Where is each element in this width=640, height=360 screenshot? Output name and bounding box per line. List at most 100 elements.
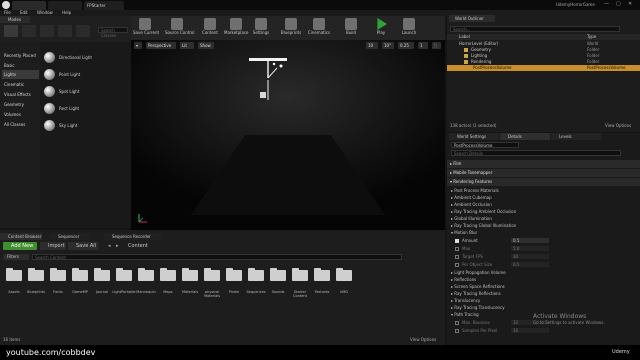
place-mode-icon[interactable]	[4, 25, 18, 37]
paint-mode-icon[interactable]	[22, 25, 36, 37]
category-volumes[interactable]: Volumes	[2, 110, 39, 119]
viewport-options-button[interactable]: ▾	[134, 42, 142, 49]
checkbox-icon[interactable]	[455, 263, 459, 267]
checkbox-checked-icon[interactable]	[455, 239, 459, 243]
folder-icon[interactable]	[116, 268, 132, 281]
tab-sequence-recorder[interactable]: Sequence Recorder	[104, 233, 162, 240]
details-row[interactable]: ▸ Ray Tracing Translucency	[447, 305, 640, 311]
details-row[interactable]: ▸ Ray Tracing Reflections	[447, 291, 640, 297]
marketplace-button[interactable]: Marketplace	[224, 17, 249, 39]
details-row[interactable]: ▸ Ray Tracing Global Illumination	[447, 223, 640, 229]
launch-button[interactable]: Launch	[397, 17, 421, 39]
folder-icon[interactable]	[248, 268, 264, 281]
details-row[interactable]: ▸ Light Propagation Volume	[447, 270, 640, 276]
tab-content-browser[interactable]: Content Browser	[0, 233, 42, 240]
details-row[interactable]: ▾ Motion Blur	[447, 230, 640, 236]
back-arrow-icon[interactable]: ◂	[108, 243, 111, 249]
motion-blur-amount-input[interactable]: 0.5	[511, 238, 549, 243]
modes-tab[interactable]: Modes	[0, 16, 30, 23]
folder-icon[interactable]	[28, 268, 44, 281]
category-geometry[interactable]: Geometry	[2, 100, 39, 109]
section-mobile-tonemapper[interactable]: ▸ Mobile Tonemapper	[447, 169, 640, 177]
category-lights[interactable]: Lights	[2, 70, 39, 79]
place-search-input[interactable]: Search Classes	[98, 27, 128, 38]
place-item-directional-light[interactable]: Directional Light	[42, 50, 128, 66]
motion-blur-per-object-input[interactable]: 0.5	[511, 262, 549, 267]
place-item-rect-light[interactable]: Rect Light	[42, 101, 128, 117]
checkbox-icon[interactable]	[455, 255, 459, 259]
cinematics-button[interactable]: Cinematics	[307, 17, 331, 39]
details-row[interactable]: ▸ Ray Tracing Ambient Occlusion	[447, 209, 640, 215]
blueprints-button[interactable]: Blueprints	[279, 17, 303, 39]
section-rendering-features[interactable]: ▾ Rendering Features	[447, 178, 640, 186]
motion-blur-max-input[interactable]: 5.0	[511, 246, 549, 251]
menu-help[interactable]: Help	[62, 10, 71, 15]
category-visual-effects[interactable]: Visual Effects	[2, 90, 39, 99]
scale-snap-button[interactable]: 0.25	[398, 42, 414, 49]
blueprint-tab[interactable]: FPStarter	[84, 1, 124, 10]
foliage-mode-icon[interactable]	[58, 25, 72, 37]
geometry-mode-icon[interactable]	[76, 25, 90, 37]
asset-tab[interactable]	[48, 1, 82, 10]
grid-snap-button[interactable]: 10	[366, 42, 378, 49]
checkbox-icon[interactable]	[455, 329, 459, 333]
folder-icon[interactable]	[314, 268, 330, 281]
outliner-view-options[interactable]: View Options	[605, 123, 631, 128]
camera-speed-button[interactable]: 1	[418, 42, 428, 49]
category-cinematic[interactable]: Cinematic	[2, 80, 39, 89]
folder-icon[interactable]	[182, 268, 198, 281]
lit-button[interactable]: Lit	[180, 42, 194, 49]
menu-file[interactable]: File	[4, 10, 11, 15]
tab-world-settings[interactable]: World Settings	[449, 133, 499, 140]
category-basic[interactable]: Basic	[2, 61, 39, 70]
tab-sequencer[interactable]: Sequencer	[50, 233, 90, 240]
category-all-classes[interactable]: All Classes	[2, 120, 39, 129]
tab-details[interactable]: Details	[500, 133, 550, 140]
checkbox-icon[interactable]	[455, 321, 459, 325]
angle-snap-button[interactable]: 10°	[382, 42, 394, 49]
build-button[interactable]: Build	[339, 17, 363, 39]
details-row[interactable]: ▸ Reflections	[447, 277, 640, 283]
level-viewport[interactable]	[131, 40, 445, 230]
content-search-input[interactable]: Search Content	[32, 254, 402, 260]
folder-icon[interactable]	[292, 268, 308, 281]
place-item-spot-light[interactable]: Spot Light	[42, 84, 128, 100]
details-row[interactable]: ▸ Post Process Materials	[447, 188, 640, 194]
add-new-button[interactable]: Add New	[3, 242, 37, 250]
folder-icon[interactable]	[336, 268, 352, 281]
details-row[interactable]: ▸ Global Illumination	[447, 216, 640, 222]
minimize-icon[interactable]: —	[604, 1, 609, 7]
outliner-row-selected[interactable]: PostProcessVolume PostProcessVolume	[447, 65, 640, 71]
maximize-viewport-button[interactable]: ⛶	[432, 42, 441, 49]
import-button[interactable]: Import	[40, 242, 66, 250]
place-item-point-light[interactable]: Point Light	[42, 67, 128, 83]
content-button[interactable]: Content	[198, 17, 222, 39]
save-all-button[interactable]: Save All	[68, 242, 98, 250]
folder-icon[interactable]	[138, 268, 154, 281]
details-row[interactable]: ▸ Translucency	[447, 298, 640, 304]
menu-edit[interactable]: Edit	[20, 10, 28, 15]
perspective-button[interactable]: Perspective	[146, 42, 176, 49]
section-film[interactable]: ▸ Film	[447, 160, 640, 168]
forward-arrow-icon[interactable]: ▸	[116, 243, 119, 249]
filters-button[interactable]: Filters	[3, 254, 29, 260]
settings-button[interactable]: Settings	[249, 17, 273, 39]
outliner-tab[interactable]: World Outliner	[449, 15, 495, 22]
details-row[interactable]: ▸ Ambient Cubemap	[447, 195, 640, 201]
menu-window[interactable]: Window	[37, 10, 53, 15]
close-icon[interactable]: ✕	[628, 1, 632, 7]
landscape-mode-icon[interactable]	[40, 25, 54, 37]
details-row[interactable]: ▸ Ambient Occlusion	[447, 202, 640, 208]
show-button[interactable]: Show	[198, 42, 214, 49]
breadcrumb-content[interactable]: Content	[128, 243, 148, 249]
motion-blur-fps-input[interactable]: 30	[511, 254, 549, 259]
actor-name-field[interactable]: PostProcessVolume	[451, 142, 519, 148]
details-row[interactable]: ▸ Screen Space Reflections	[447, 284, 640, 290]
place-item-sky-light[interactable]: Sky Light	[42, 118, 128, 134]
source-control-button[interactable]: Source Control	[165, 17, 194, 39]
folder-icon[interactable]	[226, 268, 242, 281]
folder-icon[interactable]	[72, 268, 88, 281]
folder-icon[interactable]	[94, 268, 110, 281]
category-recently-placed[interactable]: Recently Placed	[2, 51, 39, 60]
level-tab[interactable]	[12, 1, 46, 10]
